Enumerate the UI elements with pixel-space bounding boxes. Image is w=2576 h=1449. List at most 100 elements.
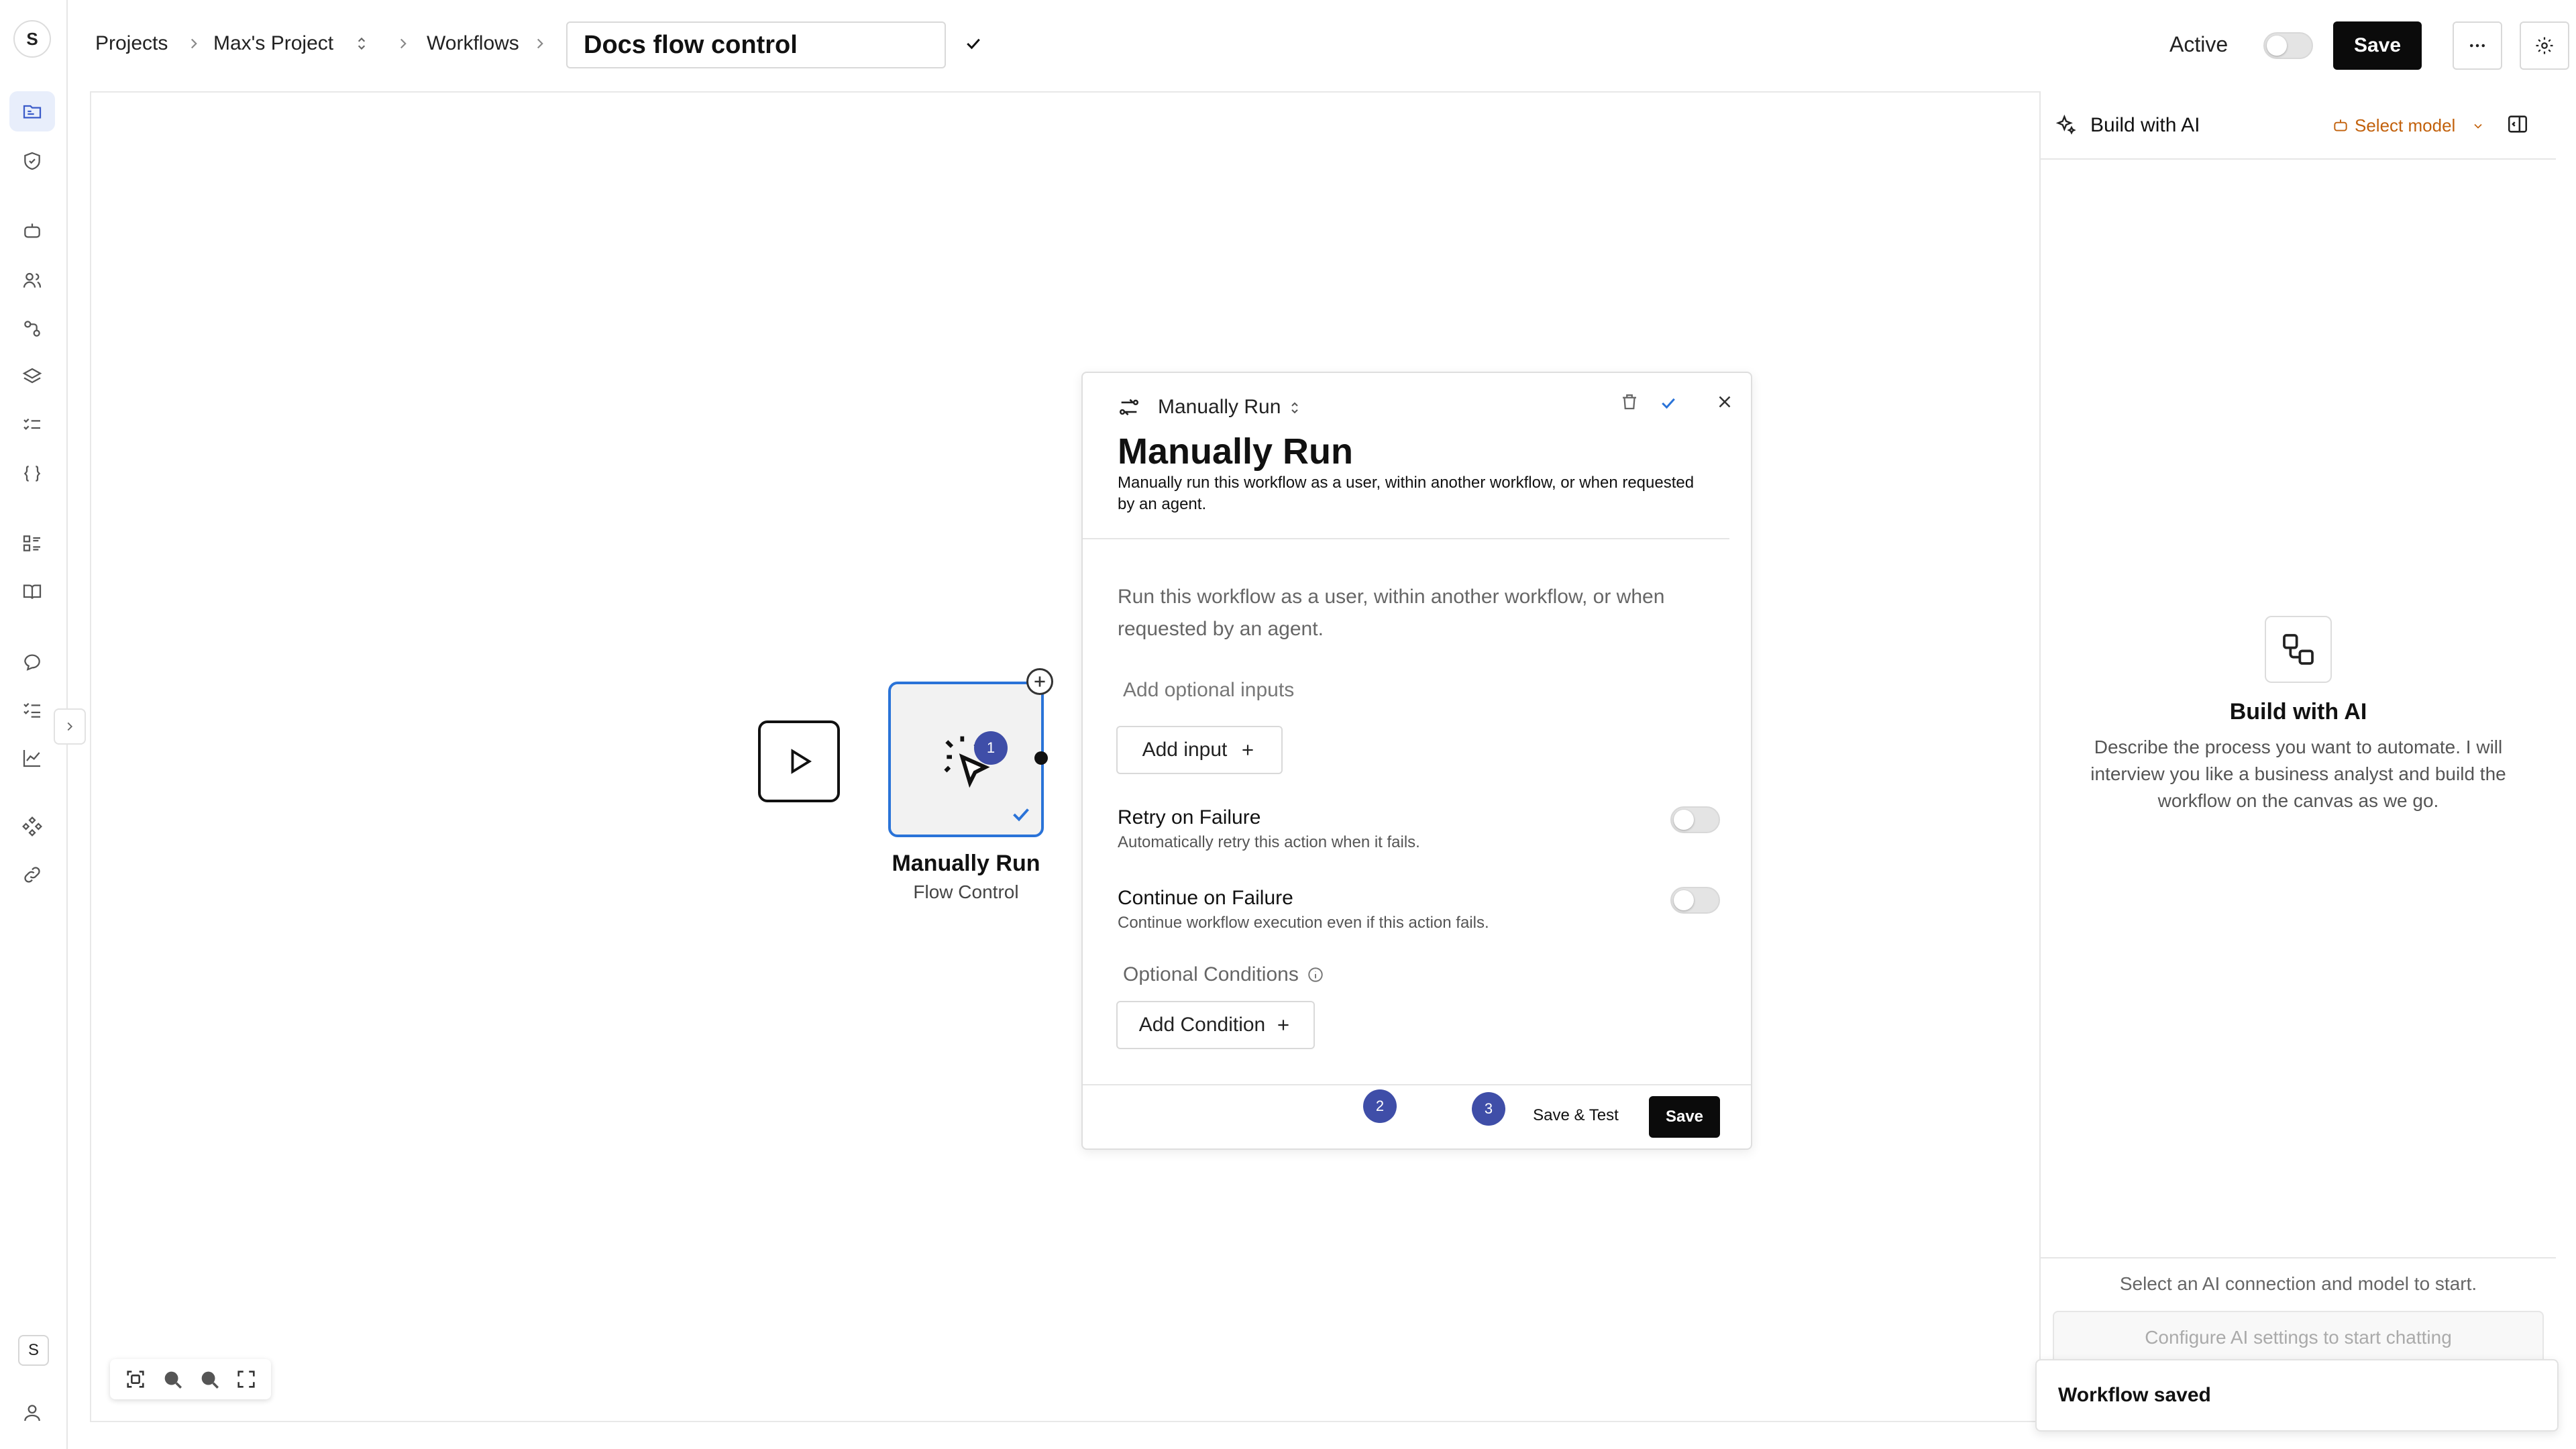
toast-notification: Workflow saved (2035, 1359, 2559, 1432)
close-icon[interactable] (1715, 392, 1735, 412)
breadcrumb-workflows[interactable]: Workflows (427, 32, 519, 55)
workflow-icon-box (2265, 616, 2332, 683)
plus-icon (1034, 676, 1045, 687)
zoom-in-icon[interactable] (161, 1368, 184, 1391)
node-type-selector[interactable]: Manually Run (1158, 396, 1281, 419)
link-icon[interactable] (9, 855, 55, 895)
ai-hint-text: Select an AI connection and model to sta… (2119, 1273, 2477, 1294)
add-condition-label: Add Condition (1138, 1014, 1266, 1036)
code-braces-icon[interactable] (9, 453, 55, 494)
active-toggle[interactable] (2263, 32, 2313, 59)
workflow-icon (2283, 634, 2314, 665)
top-bar: Projects Max's Project Workflows Docs fl… (67, 0, 2576, 91)
canvas-zoom-controls (110, 1359, 271, 1399)
info-text: Run this workflow as a user, within anot… (1118, 586, 1665, 640)
sparkle-icon (2055, 114, 2076, 135)
layers-icon[interactable] (9, 357, 55, 397)
users-icon[interactable] (9, 260, 55, 301)
divider (2041, 1257, 2556, 1258)
play-icon (791, 749, 812, 774)
retry-on-failure-toggle[interactable] (1670, 806, 1720, 833)
trash-icon[interactable] (1619, 392, 1640, 412)
panel-toggle-icon[interactable] (2506, 113, 2529, 136)
ai-builder-panel: Build with AI Select model Build with AI… (2039, 91, 2556, 1422)
chevron-right-icon (67, 722, 73, 731)
workspace-avatar[interactable]: S (13, 20, 51, 58)
more-horizontal-icon (2470, 44, 2485, 48)
projects-icon[interactable] (9, 91, 55, 131)
connections-icon[interactable] (9, 309, 55, 349)
confirm-check-icon[interactable] (963, 34, 983, 54)
plus-icon (1242, 745, 1253, 755)
retry-description: Automatically retry this action when it … (1118, 833, 1420, 851)
header-save-button[interactable]: Save (2333, 21, 2422, 70)
divider (1083, 538, 1729, 539)
confirm-check-icon[interactable] (1658, 393, 1678, 413)
toast-message: Workflow saved (2058, 1384, 2211, 1406)
flow-control-icon (1119, 398, 1139, 416)
continue-description: Continue workflow execution even if this… (1118, 914, 1489, 932)
workflow-name-input[interactable]: Docs flow control (566, 21, 946, 68)
step-badge-3: 3 (1472, 1092, 1505, 1126)
continue-title: Continue on Failure (1118, 887, 1293, 909)
zoom-out-icon[interactable] (198, 1368, 221, 1391)
save-and-test-button[interactable]: Save & Test (1519, 1099, 1633, 1132)
shield-icon[interactable] (9, 141, 55, 181)
list-grid-icon[interactable] (9, 523, 55, 564)
divider (1083, 1084, 1751, 1085)
user-icon[interactable] (9, 1393, 55, 1433)
ai-panel-header: Build with AI Select model (2041, 91, 2556, 160)
gear-icon (2536, 37, 2553, 54)
chevron-right-icon (531, 34, 549, 54)
robot-icon (2334, 119, 2347, 131)
node-config-panel: Manually Run Manually Run Manually run t… (1081, 372, 1752, 1150)
breadcrumb-projects[interactable]: Projects (95, 32, 168, 55)
node-subtitle: Flow Control (913, 881, 1019, 902)
checklist-icon[interactable] (9, 405, 55, 445)
add-input-button[interactable]: Add input (1116, 726, 1283, 774)
active-label: Active (2169, 32, 2229, 56)
sidebar-expand-button[interactable] (54, 708, 86, 745)
chevron-up-down-icon[interactable] (1287, 398, 1303, 417)
select-model-dropdown[interactable]: Select model (2355, 115, 2455, 136)
more-options-button[interactable] (2453, 21, 2502, 70)
ai-panel-title: Build with AI (2090, 114, 2200, 136)
tasks-icon[interactable] (9, 690, 55, 730)
continue-on-failure-toggle[interactable] (1670, 887, 1720, 914)
chat-icon[interactable] (9, 641, 55, 682)
node-check-icon (1013, 808, 1029, 822)
fullscreen-icon[interactable] (235, 1368, 258, 1391)
book-icon[interactable] (9, 572, 55, 612)
add-node-button[interactable] (1026, 668, 1053, 695)
add-condition-button[interactable]: Add Condition (1116, 1001, 1315, 1049)
user-initial-badge[interactable]: S (18, 1335, 49, 1366)
retry-title: Retry on Failure (1118, 806, 1261, 828)
settings-button[interactable] (2520, 21, 2569, 70)
chart-icon[interactable] (9, 738, 55, 778)
trigger-node[interactable] (758, 720, 840, 802)
chevron-right-icon (185, 34, 203, 54)
panel-save-button[interactable]: Save (1649, 1096, 1720, 1138)
step-badge-2: 2 (1363, 1089, 1397, 1123)
ai-empty-description: Describe the process you want to automat… (2090, 737, 2506, 811)
step-badge-1: 1 (974, 731, 1008, 765)
components-icon[interactable] (9, 806, 55, 847)
chevron-down-icon[interactable] (2471, 119, 2485, 133)
fit-view-icon[interactable] (124, 1368, 147, 1391)
chevron-up-down-icon[interactable] (353, 34, 370, 54)
robot-icon[interactable] (9, 211, 55, 251)
chevron-right-icon (394, 34, 412, 54)
plus-icon (1278, 1020, 1289, 1030)
panel-description: Manually run this workflow as a user, wi… (1118, 474, 1695, 513)
info-icon[interactable] (1307, 966, 1324, 983)
node-title: Manually Run (892, 851, 1040, 876)
inputs-label: Add optional inputs (1123, 679, 1295, 701)
ai-empty-title: Build with AI (2229, 699, 2367, 724)
conditions-label: Optional Conditions (1123, 963, 1299, 985)
panel-title: Manually Run (1118, 431, 1354, 472)
node-output-handle[interactable] (1034, 751, 1048, 765)
add-input-label: Add input (1142, 739, 1228, 761)
ai-chat-input[interactable]: Configure AI settings to start chatting (2053, 1311, 2544, 1364)
manually-run-node[interactable] (888, 682, 1044, 837)
breadcrumb-project[interactable]: Max's Project (213, 32, 333, 55)
